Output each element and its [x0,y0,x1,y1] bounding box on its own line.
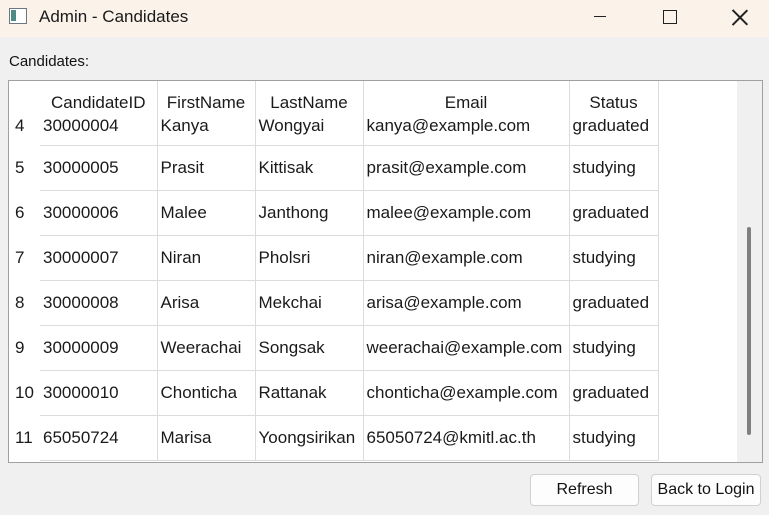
cell-candidateid[interactable]: 30000006 [40,190,158,236]
cell-email[interactable]: arisa@example.com [363,280,570,326]
row-number[interactable]: 4 [15,116,24,136]
cell-lastname[interactable]: Wongyai [255,116,364,146]
row-number[interactable]: 6 [15,203,24,223]
row-number[interactable]: 8 [15,293,24,313]
column-header-lastname[interactable]: LastName [255,81,364,116]
cell-status[interactable]: studying [569,415,659,461]
row-number[interactable]: 9 [15,338,24,358]
cell-candidateid[interactable]: 30000007 [40,235,158,281]
cell-firstname[interactable]: Prasit [157,145,256,191]
row-number[interactable]: 11 [15,428,33,448]
minimize-button[interactable] [565,0,635,33]
maximize-icon [663,9,677,24]
cell-firstname[interactable]: Arisa [157,280,256,326]
cell-candidateid[interactable]: 30000004 [40,116,158,146]
cell-lastname[interactable]: Mekchai [255,280,364,326]
cell-status[interactable]: graduated [569,116,659,146]
table-viewport: 4 5 6 7 8 9 10 11 CandidateID FirstName LastNam… [9,81,738,462]
cell-firstname[interactable]: Kanya [157,116,256,146]
cell-email[interactable]: weerachai@example.com [363,325,570,371]
cell-firstname[interactable]: Marisa [157,415,256,461]
table-row[interactable]: 30000005 Prasit Kittisak prasit@example.com… [40,145,659,191]
cell-lastname[interactable]: Kittisak [255,145,364,191]
cell-email[interactable]: malee@example.com [363,190,570,236]
column-header-firstname[interactable]: FirstName [157,81,256,116]
row-number[interactable]: 5 [15,158,24,178]
candidates-grid: CandidateID FirstName LastName Email Sta… [40,81,659,461]
app-window-icon [9,8,27,24]
table-body: 30000004 Kanya Wongyai kanya@example.com gra… [40,116,659,461]
table-row[interactable]: 30000006 Malee Janthong malee@example.com gr… [40,190,659,236]
table-row[interactable]: 30000007 Niran Pholsri niran@example.com stu… [40,235,659,281]
cell-firstname[interactable]: Weerachai [157,325,256,371]
refresh-button[interactable]: Refresh [530,474,639,506]
table-row[interactable]: 30000008 Arisa Mekchai arisa@example.com gra… [40,280,659,326]
cell-status[interactable]: studying [569,235,659,281]
cell-email[interactable]: 65050724@kmitl.ac.th [363,415,570,461]
back-to-login-button[interactable]: Back to Login [651,474,761,506]
minimize-icon [594,15,606,18]
cell-status[interactable]: graduated [569,190,659,236]
cell-lastname[interactable]: Rattanak [255,370,364,416]
cell-status[interactable]: graduated [569,370,659,416]
cell-firstname[interactable]: Niran [157,235,256,281]
table-row[interactable]: 65050724 Marisa Yoongsirikan 65050724@kmitl… [40,415,659,461]
cell-email[interactable]: kanya@example.com [363,116,570,146]
maximize-button[interactable] [635,0,705,33]
cell-lastname[interactable]: Songsak [255,325,364,371]
cell-candidateid[interactable]: 30000008 [40,280,158,326]
cell-firstname[interactable]: Malee [157,190,256,236]
table-row[interactable]: 30000004 Kanya Wongyai kanya@example.com gra… [40,116,659,146]
column-header-status[interactable]: Status [569,81,659,116]
table-row[interactable]: 30000010 Chonticha Rattanak chonticha@examp… [40,370,659,416]
cell-email[interactable]: chonticha@example.com [363,370,570,416]
cell-candidateid[interactable]: 30000010 [40,370,158,416]
row-number[interactable]: 10 [15,383,34,403]
candidates-table[interactable]: 4 5 6 7 8 9 10 11 CandidateID FirstName LastNam… [8,80,763,463]
candidates-label: Candidates: [9,53,90,70]
row-number[interactable]: 7 [15,248,24,268]
table-row[interactable]: 30000009 Weerachai Songsak weerachai@exampl… [40,325,659,371]
title-bar: Admin - Candidates [0,0,769,37]
close-button[interactable] [705,0,769,33]
close-icon [732,9,748,25]
vertical-scrollbar[interactable] [737,81,762,462]
cell-lastname[interactable]: Janthong [255,190,364,236]
cell-lastname[interactable]: Yoongsirikan [255,415,364,461]
cell-candidateid[interactable]: 30000005 [40,145,158,191]
cell-firstname[interactable]: Chonticha [157,370,256,416]
cell-status[interactable]: graduated [569,280,659,326]
cell-email[interactable]: prasit@example.com [363,145,570,191]
cell-status[interactable]: studying [569,145,659,191]
row-header-column: 4 5 6 7 8 9 10 11 [9,81,40,462]
cell-candidateid[interactable]: 30000009 [40,325,158,371]
cell-candidateid[interactable]: 65050724 [40,415,158,461]
cell-lastname[interactable]: Pholsri [255,235,364,281]
cell-status[interactable]: studying [569,325,659,371]
column-header-email[interactable]: Email [363,81,570,116]
column-header-candidateid[interactable]: CandidateID [40,81,158,116]
header-row: CandidateID FirstName LastName Email Sta… [40,81,659,116]
window-title: Admin - Candidates [39,7,189,26]
scrollbar-thumb[interactable] [747,227,751,435]
cell-email[interactable]: niran@example.com [363,235,570,281]
